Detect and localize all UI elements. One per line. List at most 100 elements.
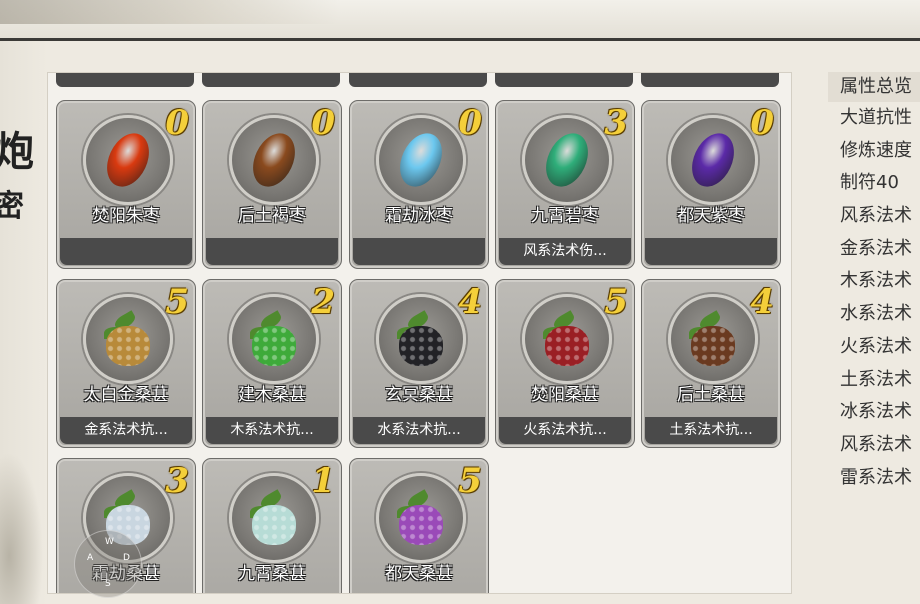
mulberry-icon [399,325,443,366]
jujube-icon [244,126,304,194]
item-icon-frame [376,294,466,384]
mulberry-icon [545,325,589,366]
item-name: 玄冥桑葚 [385,385,453,405]
item-count: 3 [604,103,628,143]
joystick-d-label: D [123,553,130,563]
item-name: 后土褐枣 [238,206,306,226]
joystick-a-label: A [87,553,94,563]
item-icon-frame [229,294,319,384]
item-icon-frame [83,115,173,205]
attribute-row: 风系法术 [840,205,912,227]
attribute-row: 木系法术 [840,270,912,292]
attribute-row: 制符40 [840,172,899,194]
item-effect-description [353,238,485,265]
attribute-overview-title: 属性总览 [828,72,920,102]
attribute-overview-panel: 属性总览 大道抗性 修炼速度 制符40 风系法术 金系法术 木系法术 水系法术 火系法术 土系法… [828,72,920,604]
item-slot[interactable]: 5 都天桑葚 [349,458,489,593]
item-name: 焚阳朱枣 [92,206,160,226]
item-slot[interactable]: 5 焚阳桑葚火系法术抗... [495,279,635,448]
inventory-grid[interactable]: 0 焚阳朱枣 0 后土褐枣 0 霜劫冰枣 3 九霄碧枣 风系法术伤... 0 都天紫枣 5 太白金桑葚金… [47,72,792,594]
mulberry-icon [252,325,296,366]
scrolled-slot-edge [56,73,194,87]
left-painting: 炮 密 [0,41,48,604]
item-count: 4 [750,282,774,322]
scrolled-slot-edge [495,73,633,87]
item-effect-description [645,238,777,265]
attribute-row: 冰系法术 [840,401,912,423]
item-icon-frame [522,294,612,384]
item-slot[interactable]: 0 霜劫冰枣 [349,100,489,269]
item-slot[interactable]: 1 九霄桑葚 [202,458,342,593]
item-icon-frame [229,115,319,205]
attribute-row: 修炼速度 [840,139,912,161]
item-slot[interactable]: 3 九霄碧枣风系法术伤... [495,100,635,269]
item-slot[interactable]: 0 都天紫枣 [641,100,781,269]
item-name: 霜劫冰枣 [385,206,453,226]
item-effect-description: 木系法术抗... [206,417,338,444]
item-effect-description: 风系法术伤... [499,238,631,265]
item-effect-description [60,238,192,265]
item-count: 5 [458,461,482,501]
attribute-row: 金系法术 [840,237,912,259]
attribute-row: 风系法术 [840,433,912,455]
mulberry-icon [106,325,150,366]
top-bar [0,0,920,41]
item-slot[interactable]: 0 焚阳朱枣 [56,100,196,269]
item-slot[interactable]: 5 太白金桑葚金系法术抗... [56,279,196,448]
item-name: 都天紫枣 [677,206,745,226]
mulberry-icon [399,504,443,545]
joystick-w-label: W [105,537,114,547]
item-icon-frame [83,294,173,384]
item-name: 太白金桑葚 [83,385,169,405]
item-count: 3 [165,461,189,501]
attribute-row: 火系法术 [840,335,912,357]
item-slot[interactable]: 2 建木桑葚木系法术抗... [202,279,342,448]
item-effect-description [206,238,338,265]
item-icon-frame [229,473,319,563]
attribute-row: 雷系法术 [840,466,912,488]
item-effect-description: 水系法术抗... [353,417,485,444]
top-brush-decoration [0,0,340,24]
scrolled-slot-edge [641,73,779,87]
jujube-icon [391,126,451,194]
attribute-row: 大道抗性 [840,107,912,128]
item-icon-frame [522,115,612,205]
mulberry-icon [252,504,296,545]
item-count: 2 [311,282,335,322]
item-name: 建木桑葚 [238,385,306,405]
item-count: 0 [311,103,335,143]
item-count: 4 [458,282,482,322]
item-count: 0 [458,103,482,143]
jujube-icon [683,126,743,194]
item-name: 九霄桑葚 [238,564,306,584]
virtual-joystick[interactable]: A D W S [74,530,142,598]
item-slot[interactable]: 4 玄冥桑葚水系法术抗... [349,279,489,448]
item-name: 都天桑葚 [385,564,453,584]
side-glyph: 密 [0,189,24,224]
item-count: 5 [604,282,628,322]
item-slot[interactable]: 0 后土褐枣 [202,100,342,269]
item-effect-description: 火系法术抗... [499,417,631,444]
jujube-icon [537,126,597,194]
item-slot[interactable]: 4 后土桑葚土系法术抗... [641,279,781,448]
item-name: 焚阳桑葚 [531,385,599,405]
scrolled-slot-edge [349,73,487,87]
item-count: 0 [750,103,774,143]
scrolled-slot-edge [202,73,340,87]
ink-wash-decoration [0,444,46,604]
item-icon-frame [376,473,466,563]
item-count: 1 [311,461,335,501]
item-icon-frame [376,115,466,205]
item-icon-frame [668,294,758,384]
attribute-row: 土系法术 [840,368,912,390]
jujube-icon [98,126,158,194]
item-effect-description: 土系法术抗... [645,417,777,444]
item-name: 九霄碧枣 [531,206,599,226]
mulberry-icon [691,325,735,366]
item-icon-frame [668,115,758,205]
side-glyph: 炮 [0,128,34,175]
item-name: 后土桑葚 [677,385,745,405]
joystick-s-label: S [105,579,111,589]
item-effect-description: 金系法术抗... [60,417,192,444]
item-count: 5 [165,282,189,322]
